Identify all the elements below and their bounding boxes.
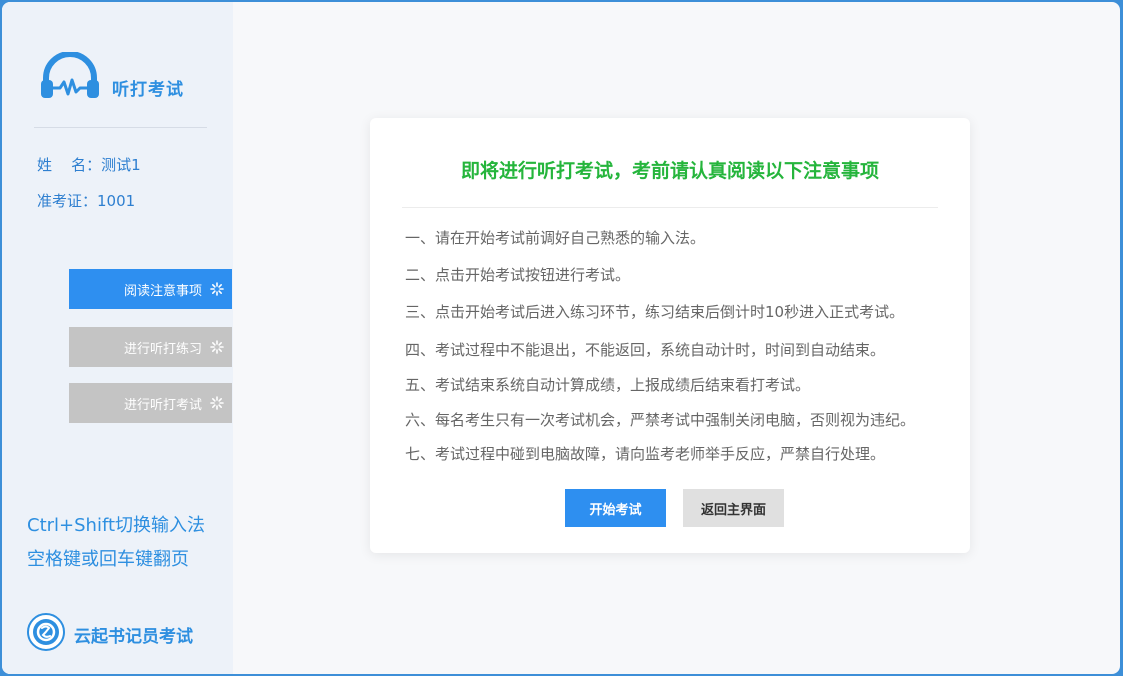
notice-dialog: 即将进行听打考试，考前请认真阅读以下注意事项 一、请在开始考试前调好自己熟悉的输… [370, 118, 970, 553]
hint-page-turn: 空格键或回车键翻页 [27, 549, 189, 570]
sidebar-divider [34, 127, 207, 128]
start-exam-button[interactable]: 开始考试 [565, 489, 666, 527]
step-read-notice[interactable]: 阅读注意事项 [69, 269, 232, 309]
candidate-id: 准考证：1001 [37, 190, 135, 211]
rule-item: 一、请在开始考试前调好自己熟悉的输入法。 [405, 229, 706, 247]
candidate-id-label: 准考证： [37, 192, 98, 210]
dialog-divider [402, 207, 938, 208]
candidate-name-label: 姓 名： [37, 156, 102, 174]
rule-item: 四、考试过程中不能退出，不能返回，系统自动计时，时间到自动结束。 [405, 341, 886, 359]
candidate-name: 姓 名：测试1 [37, 154, 141, 175]
sidebar: 听打考试 姓 名：测试1 准考证：1001 阅读注意事项 进行听打练习 进行听打… [2, 2, 233, 674]
loading-spinner-icon [210, 282, 224, 296]
brand-circle-icon [27, 613, 65, 651]
loading-spinner-icon [210, 340, 224, 354]
rule-item: 六、每名考生只有一次考试机会，严禁考试中强制关闭电脑，否则视为违纪。 [405, 411, 916, 429]
app-title: 听打考试 [112, 80, 184, 100]
step-label: 进行听打练习 [123, 341, 202, 357]
step-label: 进行听打考试 [123, 397, 202, 413]
rule-item: 五、考试结束系统自动计算成绩，上报成绩后结束看打考试。 [405, 376, 811, 394]
headphones-waveform-icon [41, 52, 99, 98]
candidate-name-value: 测试1 [101, 156, 141, 174]
app-window: 听打考试 姓 名：测试1 准考证：1001 阅读注意事项 进行听打练习 进行听打… [2, 2, 1120, 674]
step-label: 阅读注意事项 [123, 283, 202, 299]
step-practice[interactable]: 进行听打练习 [69, 327, 232, 367]
rule-item: 二、点击开始考试按钮进行考试。 [405, 266, 631, 284]
hint-switch-ime: Ctrl+Shift切换输入法 [27, 515, 206, 536]
candidate-id-value: 1001 [97, 192, 136, 210]
loading-spinner-icon [210, 396, 224, 410]
rule-item: 三、点击开始考试后进入练习环节，练习结束后倒计时10秒进入正式考试。 [405, 303, 905, 321]
brand-name: 云起书记员考试 [74, 627, 193, 647]
rule-item: 七、考试过程中碰到电脑故障，请向监考老师举手反应，严禁自行处理。 [405, 445, 886, 463]
dialog-title: 即将进行听打考试，考前请认真阅读以下注意事项 [460, 160, 879, 182]
step-exam[interactable]: 进行听打考试 [69, 383, 232, 423]
back-to-main-button[interactable]: 返回主界面 [683, 489, 784, 527]
